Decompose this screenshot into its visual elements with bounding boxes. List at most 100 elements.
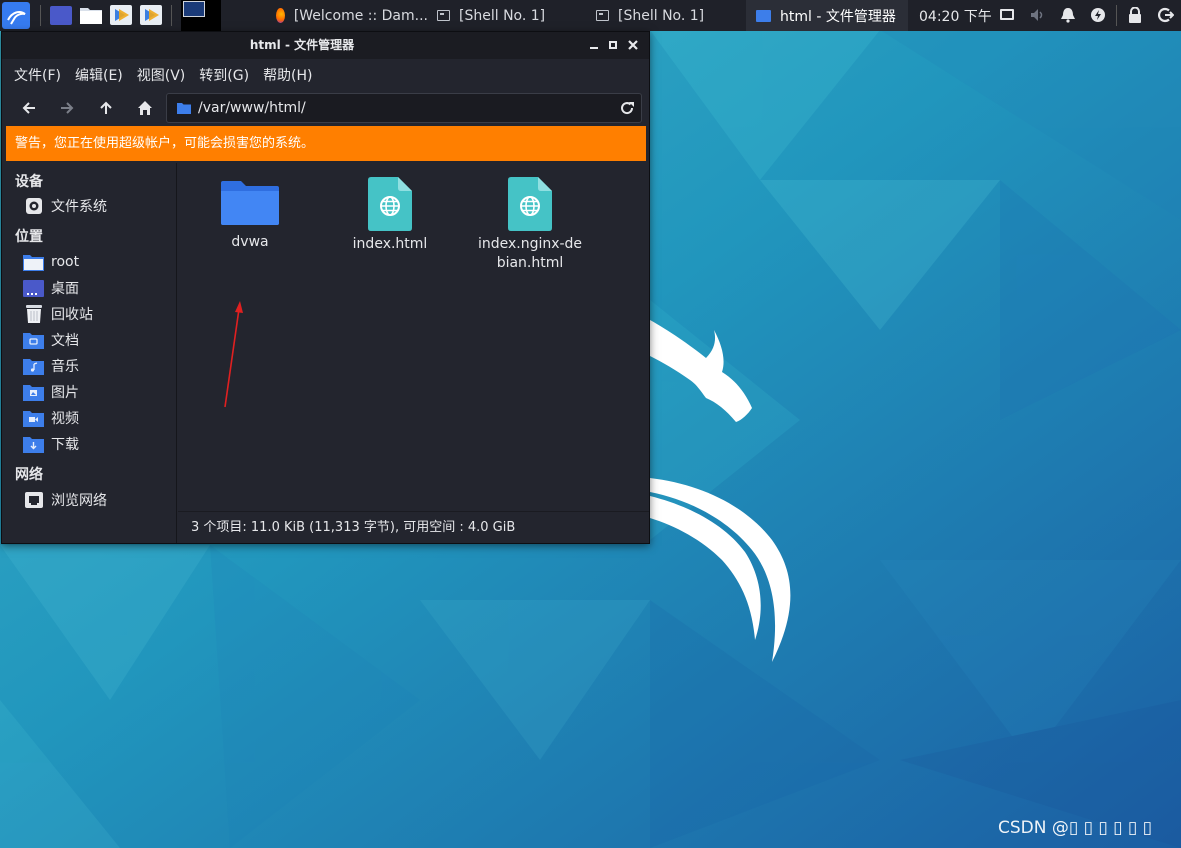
trash-icon xyxy=(23,304,44,324)
sidebar-item-label: root xyxy=(51,254,80,270)
burpsuite-launcher-icon[interactable] xyxy=(140,5,162,25)
notification-bell-icon[interactable] xyxy=(1060,7,1076,27)
logout-icon[interactable] xyxy=(1157,7,1175,27)
videos-folder-icon xyxy=(23,408,44,428)
firefox-icon xyxy=(276,8,285,23)
sidebar-item-pictures[interactable]: 图片 xyxy=(23,381,79,403)
watermark: CSDN @▯ ▯ ▯ ▯ ▯ ▯ xyxy=(998,818,1153,838)
sidebar-item-trash[interactable]: 回收站 xyxy=(23,303,93,325)
back-button[interactable] xyxy=(14,94,44,122)
window-titlebar[interactable]: html - 文件管理器 xyxy=(2,32,649,59)
terminal-icon xyxy=(437,10,450,21)
folder-icon xyxy=(221,181,279,225)
root-warning-banner: 警告，您正在使用超级帐户，可能会损害您的系统。 xyxy=(6,126,646,161)
network-icon xyxy=(23,490,44,510)
sidebar-item-label: 视频 xyxy=(51,411,79,427)
file-name: index.nginx-debian.html xyxy=(477,236,583,271)
separator xyxy=(171,5,172,26)
home-button[interactable] xyxy=(130,94,160,122)
top-panel: [Welcome :: Dam... [Shell No. 1] [Shell … xyxy=(0,0,1181,31)
html-file-icon xyxy=(508,177,552,231)
display-icon[interactable] xyxy=(1000,9,1014,20)
file-name: dvwa xyxy=(231,234,269,250)
reload-icon[interactable] xyxy=(619,100,635,116)
taskbar-task-firefox[interactable]: [Welcome :: Dam... xyxy=(266,0,428,31)
file-item-html[interactable]: index.html xyxy=(330,177,450,254)
sidebar-item-videos[interactable]: 视频 xyxy=(23,407,79,429)
parent-folder-button[interactable] xyxy=(91,94,121,122)
taskbar-task-label: [Shell No. 1] xyxy=(459,7,546,24)
menu-file[interactable]: 文件(F) xyxy=(14,65,61,85)
documents-folder-icon xyxy=(23,330,44,350)
sidebar-item-downloads[interactable]: 下载 xyxy=(23,433,79,455)
menu-view[interactable]: 视图(V) xyxy=(137,65,186,85)
kali-menu-icon[interactable] xyxy=(2,2,30,29)
file-manager-window: html - 文件管理器 文件(F) 编辑(E) 视图(V) 转到(G) 帮助(… xyxy=(1,31,650,544)
sidebar-item-label: 文件系统 xyxy=(51,199,107,215)
pictures-folder-icon xyxy=(23,382,44,402)
menu-help[interactable]: 帮助(H) xyxy=(263,65,312,85)
sidebar-item-music[interactable]: 音乐 xyxy=(23,355,79,377)
sidebar-item-label: 回收站 xyxy=(51,307,93,323)
arrow-up-icon xyxy=(100,101,112,114)
file-item-html[interactable]: index.nginx-debian.html xyxy=(470,177,590,273)
terminal-launcher-icon[interactable] xyxy=(110,5,132,25)
arrow-right-icon xyxy=(61,102,74,114)
volume-muted-icon[interactable] xyxy=(1030,7,1046,27)
sidebar-heading-network: 网络 xyxy=(15,467,43,483)
arrow-left-icon xyxy=(22,102,35,114)
clock[interactable]: 04:20 下午 xyxy=(919,0,992,31)
maximize-button[interactable] xyxy=(606,38,620,52)
menu-bar: 文件(F) 编辑(E) 视图(V) 转到(G) 帮助(H) xyxy=(2,60,649,90)
sidebar-heading-devices: 设备 xyxy=(15,174,43,190)
sidebar-item-desktop[interactable]: 桌面 xyxy=(23,277,79,299)
taskbar-task-file-manager[interactable]: html - 文件管理器 xyxy=(746,0,908,31)
home-icon xyxy=(138,101,152,115)
sidebar-item-label: 桌面 xyxy=(51,281,79,297)
sidebar-item-browse-network[interactable]: 浏览网络 xyxy=(23,489,107,511)
sidebar-item-documents[interactable]: 文档 xyxy=(23,329,79,351)
forward-button[interactable] xyxy=(52,94,82,122)
file-item-folder[interactable]: dvwa xyxy=(190,181,310,252)
lock-screen-icon[interactable] xyxy=(1128,6,1142,27)
window-title: html - 文件管理器 xyxy=(249,38,355,52)
annotation-arrow xyxy=(224,301,243,408)
status-bar: 3 个项目: 11.0 KiB (11,313 字节), 可用空间 : 4.0 … xyxy=(178,511,649,543)
power-manager-icon[interactable] xyxy=(1090,7,1106,27)
html-file-icon xyxy=(368,177,412,231)
sidebar-item-label: 音乐 xyxy=(51,359,79,375)
music-folder-icon xyxy=(23,356,44,376)
separator xyxy=(1116,5,1117,26)
downloads-folder-icon xyxy=(23,434,44,454)
sidebar-item-label: 下载 xyxy=(51,437,79,453)
sidebar-item-root[interactable]: root xyxy=(23,251,79,273)
location-path[interactable]: /var/www/html/ xyxy=(198,94,306,122)
separator xyxy=(40,5,41,26)
taskbar-task-label: html - 文件管理器 xyxy=(780,8,896,25)
sidebar: 设备 文件系统 位置 root 桌面 回收站 文档 音乐 图片 视频 下载 网络… xyxy=(2,163,177,543)
sidebar-item-label: 文档 xyxy=(51,333,79,349)
sidebar-item-label: 浏览网络 xyxy=(51,493,107,509)
taskbar-task-shell-1[interactable]: [Shell No. 1] xyxy=(427,0,587,31)
status-text: 3 个项目: 11.0 KiB (11,313 字节), 可用空间 : 4.0 … xyxy=(191,520,516,535)
taskbar-task-label: [Welcome :: Dam... xyxy=(293,7,428,24)
location-bar[interactable]: /var/www/html/ xyxy=(166,93,642,123)
drive-icon xyxy=(23,196,44,216)
folder-icon xyxy=(756,9,771,22)
file-manager-launcher-icon[interactable] xyxy=(80,6,102,24)
taskbar-task-label: [Shell No. 1] xyxy=(618,7,705,24)
home-folder-icon xyxy=(23,252,44,272)
menu-go[interactable]: 转到(G) xyxy=(199,65,249,85)
folder-icon xyxy=(177,103,191,114)
show-desktop-icon[interactable] xyxy=(50,6,72,25)
sidebar-heading-places: 位置 xyxy=(15,229,43,245)
menu-edit[interactable]: 编辑(E) xyxy=(75,65,123,85)
file-view: dvwa index.html index.nginx-debian.html xyxy=(178,163,649,511)
workspace-switcher[interactable] xyxy=(181,0,221,31)
file-name: index.html xyxy=(352,236,428,252)
sidebar-item-filesystem[interactable]: 文件系统 xyxy=(23,195,107,217)
minimize-button[interactable] xyxy=(587,38,601,52)
desktop-icon xyxy=(23,278,44,298)
close-button[interactable] xyxy=(626,38,640,52)
taskbar-task-shell-2[interactable]: [Shell No. 1] xyxy=(586,0,746,31)
